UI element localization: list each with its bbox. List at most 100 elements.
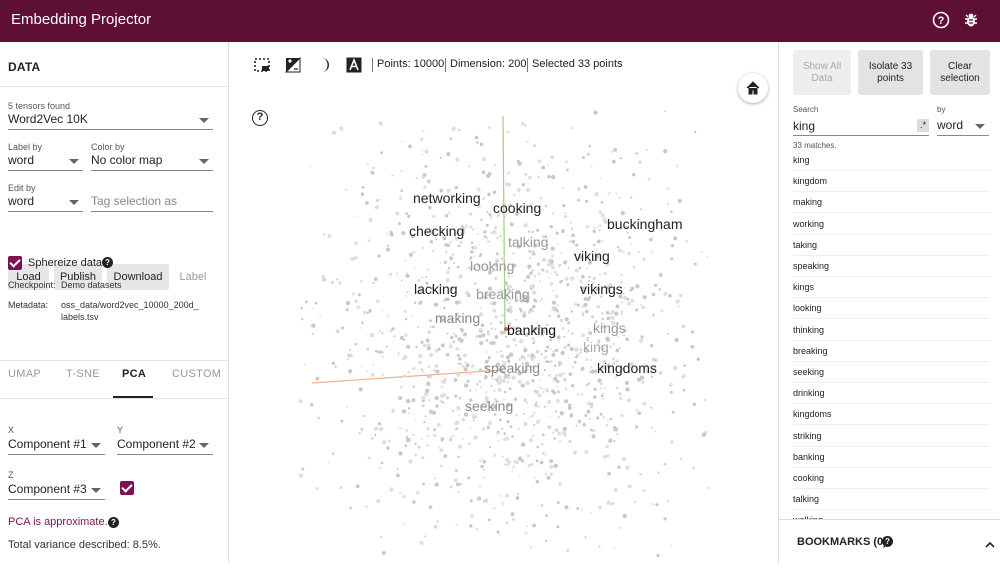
search-input[interactable]: king .* [793, 116, 929, 136]
point-label[interactable]: king [583, 339, 609, 355]
point-label[interactable]: viking [574, 248, 610, 264]
clear-selection-button[interactable]: Clear selection [930, 50, 990, 95]
metadata-value-cont: labels.tsv [61, 312, 99, 322]
point-label[interactable]: vikings [580, 281, 623, 297]
chevron-down-icon [199, 118, 209, 123]
search-result-item[interactable]: thinking [793, 320, 989, 341]
color-by-value: No color map [91, 153, 163, 167]
chevron-down-icon [199, 443, 209, 448]
point-cloud-points [298, 110, 711, 558]
x-component-select[interactable]: Component #1 [8, 435, 105, 455]
selection-box-icon[interactable] [254, 57, 270, 73]
search-result-item[interactable]: speaking [793, 256, 989, 277]
data-heading: DATA [8, 60, 41, 74]
color-by-select[interactable]: No color map [91, 151, 213, 171]
x-component-value: Component #1 [8, 437, 87, 451]
label-button[interactable]: Label [174, 264, 212, 290]
selected-count: Selected 33 points [532, 58, 623, 70]
search-result-item[interactable]: looking [793, 298, 989, 320]
y-component-select[interactable]: Component #2 [117, 435, 213, 455]
help-icon[interactable]: ? [108, 517, 119, 528]
search-result-item[interactable]: kingdom [793, 171, 989, 193]
search-result-item[interactable]: drinking [793, 383, 989, 405]
point-label[interactable]: banking [507, 322, 556, 338]
point-label[interactable]: breaking [476, 286, 530, 302]
y-axis-label: Y [117, 425, 124, 435]
tensor-select-value: Word2Vec 10K [8, 112, 88, 126]
z-enabled-checkbox[interactable] [120, 481, 134, 495]
label-toggle-icon[interactable] [346, 57, 362, 73]
point-label[interactable]: making [435, 310, 480, 326]
bookmarks-title: BOOKMARKS (0) [797, 536, 887, 548]
x-axis-label: X [8, 425, 15, 435]
tensor-select[interactable]: Word2Vec 10K [8, 110, 213, 130]
tab-umap[interactable]: UMAP [8, 368, 41, 380]
label-by-select[interactable]: word [8, 151, 83, 171]
point-label[interactable]: looking [470, 258, 514, 274]
search-result-item[interactable]: king [793, 150, 989, 171]
search-result-item[interactable]: walking [793, 510, 989, 519]
edit-by-value: word [8, 194, 35, 208]
help-icon[interactable]: ? [932, 11, 950, 29]
match-count: 33 matches. [793, 141, 837, 150]
divider [0, 360, 229, 361]
night-mode-icon[interactable] [284, 56, 301, 73]
z-axis-label: Z [8, 470, 14, 480]
chevron-down-icon [69, 200, 79, 205]
bug-report-icon[interactable] [962, 11, 980, 29]
app-title: Embedding Projector [11, 11, 152, 28]
search-result-item[interactable]: talking [793, 489, 989, 511]
search-results: king kingdom making working taking speaking ki… [779, 150, 1000, 519]
y-component-value: Component #2 [117, 437, 196, 451]
search-result-item[interactable]: kingdoms [793, 404, 989, 426]
label-by-value: word [8, 153, 35, 167]
bookmarks-bar[interactable]: BOOKMARKS (0) ? [779, 519, 1000, 563]
point-label[interactable]: networking [413, 190, 481, 206]
tag-selection-placeholder: Tag selection as [91, 194, 178, 208]
point-label[interactable]: seeking [465, 398, 513, 414]
point-label[interactable]: cooking [493, 200, 541, 216]
search-result-item[interactable]: banking [793, 447, 989, 468]
show-all-data-button[interactable]: Show All Data [793, 50, 851, 95]
search-result-item[interactable]: kings [793, 277, 989, 299]
x-axis-line [311, 369, 503, 384]
chevron-up-icon[interactable] [985, 536, 995, 554]
point-label[interactable]: speaking [484, 360, 540, 376]
projection-view: Points: 10000 Dimension: 200 Selected 33… [230, 42, 777, 563]
metadata-value: oss_data/word2vec_10000_200d_ [61, 300, 199, 310]
search-result-item[interactable]: striking [793, 426, 989, 447]
z-component-select[interactable]: Component #3 [8, 480, 105, 500]
scatter-plot[interactable]: networking cooking buckingham checking talki… [230, 86, 777, 563]
point-label[interactable]: checking [409, 223, 464, 239]
chevron-down-icon [91, 443, 101, 448]
point-label[interactable]: talking [508, 234, 548, 250]
search-result-item[interactable]: breaking [793, 341, 989, 362]
point-cloud [298, 110, 711, 558]
tab-pca[interactable]: PCA [122, 368, 146, 380]
point-label[interactable]: lacking [414, 281, 458, 297]
search-result-item[interactable]: cooking [793, 468, 989, 489]
help-icon[interactable]: ? [882, 536, 893, 547]
divider [372, 58, 373, 72]
point-label[interactable]: kings [593, 320, 626, 336]
pca-approximate-note: PCA is approximate. [8, 516, 108, 528]
search-result-item[interactable]: making [793, 192, 989, 214]
help-icon[interactable]: ? [102, 257, 113, 268]
search-value: king [793, 119, 816, 133]
points-count: Points: 10000 [377, 58, 445, 70]
moon-icon[interactable] [316, 57, 332, 73]
tab-tsne[interactable]: T-SNE [66, 368, 100, 380]
search-result-item[interactable]: taking [793, 235, 989, 256]
edit-by-select[interactable]: word [8, 192, 83, 212]
search-result-item[interactable]: working [793, 214, 989, 235]
search-by-select[interactable]: word [937, 116, 989, 136]
point-label[interactable]: buckingham [607, 216, 683, 232]
tag-selection-input[interactable]: Tag selection as [91, 192, 213, 212]
sphereize-checkbox[interactable] [8, 256, 22, 270]
search-result-item[interactable]: seeking [793, 362, 989, 383]
divider [527, 58, 528, 72]
regex-toggle[interactable]: .* [917, 119, 929, 132]
isolate-points-button[interactable]: Isolate 33 points [858, 50, 923, 95]
tab-custom[interactable]: CUSTOM [172, 368, 221, 380]
point-label[interactable]: kingdoms [597, 360, 657, 376]
